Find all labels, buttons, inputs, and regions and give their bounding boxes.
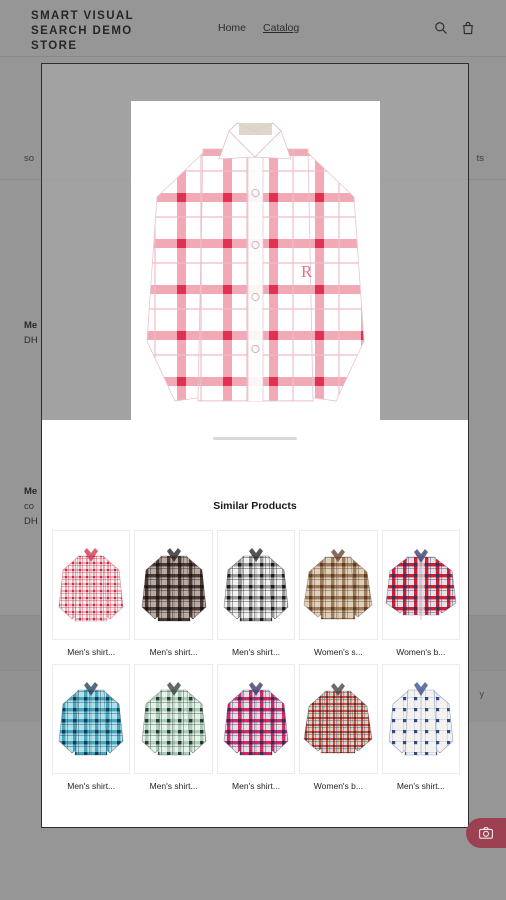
similar-product-card[interactable]: Women's s...	[299, 530, 378, 658]
similar-product-card[interactable]: Men's shirt...	[216, 664, 296, 792]
similar-product-thumbnail[interactable]	[52, 664, 131, 774]
visual-search-camera-button[interactable]	[466, 818, 506, 848]
similar-product-card[interactable]: Men's shirt...	[52, 530, 131, 658]
similar-product-card[interactable]: Men's shirt...	[381, 664, 460, 792]
similar-product-card[interactable]: Men's shirt...	[216, 530, 296, 658]
similar-product-thumbnail[interactable]	[381, 664, 460, 774]
similar-product-label: Men's shirt...	[67, 647, 116, 657]
queried-photo-area[interactable]: R	[42, 64, 468, 420]
similar-product-thumbnail[interactable]	[134, 664, 213, 774]
queried-product-photo[interactable]: R	[131, 101, 380, 420]
similar-product-card[interactable]: Men's shirt...	[134, 664, 213, 792]
similar-product-label: Men's shirt...	[149, 781, 198, 791]
camera-icon	[479, 827, 493, 839]
drag-handle[interactable]	[213, 437, 297, 440]
similar-product-label: Women's b...	[313, 781, 363, 791]
similar-product-thumbnail[interactable]	[299, 530, 378, 640]
similar-product-card[interactable]: Men's shirt...	[52, 664, 131, 792]
similar-product-thumbnail[interactable]	[216, 664, 296, 774]
similar-product-card[interactable]: Women's b...	[299, 664, 378, 792]
similar-product-thumbnail[interactable]	[134, 530, 213, 640]
similar-product-label: Men's shirt...	[67, 781, 116, 791]
svg-text:R: R	[301, 262, 313, 281]
similar-product-label: Women's b...	[396, 647, 446, 657]
similar-product-thumbnail[interactable]	[52, 530, 131, 640]
similar-product-label: Women's s...	[314, 647, 363, 657]
similar-product-label: Men's shirt...	[232, 647, 280, 657]
similar-product-thumbnail[interactable]	[381, 530, 460, 640]
sheet-title: Similar Products	[213, 500, 297, 512]
similar-product-card[interactable]: Women's b...	[381, 530, 460, 658]
similar-products-sheet: Similar Products Men's shirt... Men's sh…	[42, 420, 468, 827]
similar-product-label: Men's shirt...	[396, 781, 445, 791]
similar-product-label: Men's shirt...	[149, 647, 198, 657]
screen: SMART VISUAL SEARCH DEMO STORE Home Cata…	[0, 0, 506, 900]
similar-product-thumbnail[interactable]	[299, 664, 378, 774]
similar-product-label: Men's shirt...	[232, 781, 280, 791]
similar-product-thumbnail[interactable]	[216, 530, 296, 640]
similar-product-card[interactable]: Men's shirt...	[134, 530, 213, 658]
visual-search-result-modal: R Similar Products Men's shirt... Men's …	[41, 63, 469, 828]
similar-products-grid: Men's shirt... Men's shirt... Men's shir…	[52, 530, 460, 792]
hero-shirt-illustration: R	[131, 101, 380, 420]
